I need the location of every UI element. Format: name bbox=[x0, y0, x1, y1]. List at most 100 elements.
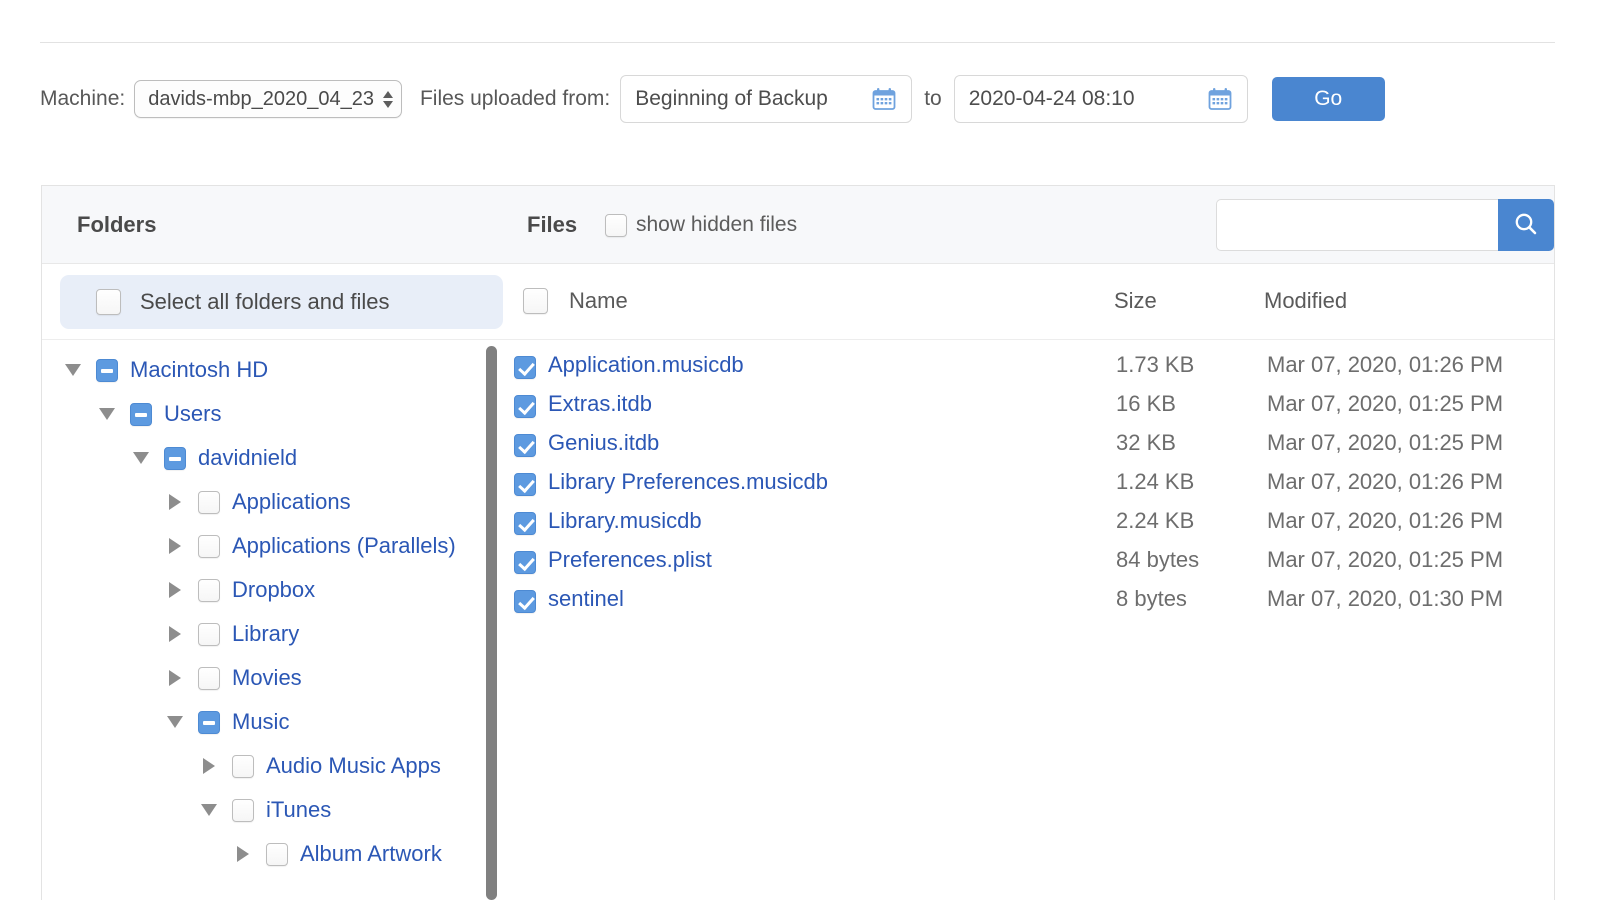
tree-node[interactable]: Movies bbox=[42, 656, 486, 700]
search-button[interactable] bbox=[1498, 199, 1554, 251]
files-uploaded-from-label: Files uploaded from: bbox=[419, 87, 611, 110]
tree-node-checkbox[interactable] bbox=[198, 490, 220, 514]
file-size: 84 bytes bbox=[1116, 547, 1200, 572]
tree-node[interactable]: Dropbox bbox=[42, 568, 486, 612]
size-column-header[interactable]: Size bbox=[1114, 288, 1157, 314]
chevron-down-icon[interactable] bbox=[94, 401, 120, 427]
file-size: 1.24 KB bbox=[1116, 469, 1195, 494]
file-name[interactable]: sentinel bbox=[548, 586, 624, 612]
tree-node-checkbox[interactable] bbox=[232, 798, 254, 822]
file-row[interactable]: Library.musicdb 2.24 KB Mar 07, 2020, 01:2… bbox=[502, 505, 1554, 544]
date-to-field[interactable]: 2020-04-24 08:10 bbox=[953, 75, 1248, 123]
tree-node-checkbox[interactable] bbox=[164, 446, 186, 470]
chevron-right-icon[interactable] bbox=[162, 665, 188, 691]
date-from-field[interactable]: Beginning of Backup bbox=[620, 75, 913, 123]
file-modified: Mar 07, 2020, 01:26 PM bbox=[1267, 352, 1504, 377]
search-input[interactable] bbox=[1216, 199, 1498, 251]
chevron-right-icon[interactable] bbox=[162, 577, 188, 603]
tree-node[interactable]: Album Artwork bbox=[42, 832, 486, 876]
tree-node[interactable]: Users bbox=[42, 392, 486, 436]
file-modified: Mar 07, 2020, 01:25 PM bbox=[1267, 391, 1504, 416]
tree-node-checkbox[interactable] bbox=[198, 534, 220, 558]
select-all-row[interactable]: Select all folders and files bbox=[60, 275, 503, 329]
file-size: 1.73 KB bbox=[1116, 352, 1195, 377]
chevron-right-icon[interactable] bbox=[162, 533, 188, 559]
select-all-files-checkbox[interactable] bbox=[523, 288, 548, 314]
file-row-checkbox[interactable] bbox=[514, 551, 536, 574]
file-row[interactable]: Application.musicdb 1.73 KB Mar 07, 2020, … bbox=[502, 349, 1554, 388]
chevron-right-icon[interactable] bbox=[230, 841, 256, 867]
show-hidden-files-checkbox[interactable] bbox=[605, 213, 627, 237]
file-name[interactable]: Preferences.plist bbox=[548, 547, 712, 573]
machine-select[interactable]: davids-mbp_2020_04_23 bbox=[134, 80, 402, 118]
chevron-right-icon[interactable] bbox=[162, 489, 188, 515]
tree-node[interactable]: Music bbox=[42, 700, 486, 744]
chevron-right-icon[interactable] bbox=[196, 753, 222, 779]
file-name[interactable]: Library.musicdb bbox=[548, 508, 702, 534]
file-name[interactable]: Genius.itdb bbox=[548, 430, 659, 456]
panel-header: Folders Files show hidden files bbox=[42, 186, 1554, 264]
file-row[interactable]: Genius.itdb 32 KB Mar 07, 2020, 01:25 PM bbox=[502, 427, 1554, 466]
file-row-checkbox[interactable] bbox=[514, 473, 536, 496]
chevron-down-icon[interactable] bbox=[162, 709, 188, 735]
tree-node-checkbox[interactable] bbox=[130, 402, 152, 426]
tree-node[interactable]: Library bbox=[42, 612, 486, 656]
file-name[interactable]: Extras.itdb bbox=[548, 391, 652, 417]
top-divider bbox=[40, 42, 1555, 43]
tree-node-label: Applications (Parallels) bbox=[232, 533, 456, 558]
file-row[interactable]: Preferences.plist 84 bytes Mar 07, 2020, 0… bbox=[502, 544, 1554, 583]
chevron-right-icon[interactable] bbox=[162, 621, 188, 647]
file-row-checkbox[interactable] bbox=[514, 434, 536, 457]
tree-node-label: Applications bbox=[232, 489, 351, 514]
tree-node-label: Macintosh HD bbox=[130, 357, 269, 382]
file-name[interactable]: Library Preferences.musicdb bbox=[548, 469, 828, 495]
date-to-value: 2020-04-24 08:10 bbox=[968, 87, 1135, 110]
file-size: 2.24 KB bbox=[1116, 508, 1195, 533]
to-label: to bbox=[924, 87, 942, 110]
chevron-down-icon[interactable] bbox=[196, 797, 222, 823]
tree-node[interactable]: Applications (Parallels) bbox=[42, 524, 486, 568]
tree-node[interactable]: Macintosh HD bbox=[42, 348, 486, 392]
browser-panel: Folders Files show hidden files Select a… bbox=[41, 185, 1555, 900]
name-header-label: Name bbox=[569, 288, 628, 313]
tree-node-checkbox[interactable] bbox=[198, 666, 220, 690]
tree-node-label: Album Artwork bbox=[300, 841, 442, 866]
select-all-checkbox[interactable] bbox=[96, 289, 121, 315]
show-hidden-files-toggle[interactable]: show hidden files bbox=[605, 213, 797, 237]
file-size: 32 KB bbox=[1116, 430, 1176, 455]
file-row[interactable]: Extras.itdb 16 KB Mar 07, 2020, 01:25 PM bbox=[502, 388, 1554, 427]
tree-node-checkbox[interactable] bbox=[232, 754, 254, 778]
go-button[interactable]: Go bbox=[1271, 77, 1385, 121]
tree-node[interactable]: iTunes bbox=[42, 788, 486, 832]
file-row-checkbox[interactable] bbox=[514, 512, 536, 535]
tree-node-checkbox[interactable] bbox=[96, 358, 118, 382]
file-row-checkbox[interactable] bbox=[514, 356, 536, 379]
file-row-checkbox[interactable] bbox=[514, 590, 536, 613]
machine-select-value: davids-mbp_2020_04_23 bbox=[148, 87, 374, 110]
folders-title: Folders bbox=[77, 212, 157, 237]
calendar-icon[interactable] bbox=[871, 86, 897, 112]
tree-node[interactable]: Applications bbox=[42, 480, 486, 524]
date-from-value: Beginning of Backup bbox=[635, 87, 828, 110]
name-column-header[interactable]: Name bbox=[523, 288, 628, 314]
file-row-checkbox[interactable] bbox=[514, 395, 536, 418]
tree-node[interactable]: Audio Music Apps bbox=[42, 744, 486, 788]
tree-node-checkbox[interactable] bbox=[198, 578, 220, 602]
file-name[interactable]: Application.musicdb bbox=[548, 352, 744, 378]
tree-node-checkbox[interactable] bbox=[266, 842, 288, 866]
file-row[interactable]: sentinel 8 bytes Mar 07, 2020, 01:30 PM bbox=[502, 583, 1554, 622]
stepper-arrows-icon[interactable] bbox=[382, 90, 393, 108]
tree-node[interactable]: davidnield bbox=[42, 436, 486, 480]
search-icon bbox=[1512, 210, 1540, 241]
tree-node-checkbox[interactable] bbox=[198, 710, 220, 734]
calendar-icon[interactable] bbox=[1207, 86, 1233, 112]
file-list: Application.musicdb 1.73 KB Mar 07, 2020, … bbox=[502, 340, 1554, 900]
modified-column-header[interactable]: Modified bbox=[1264, 288, 1347, 314]
tree-node-label: iTunes bbox=[266, 797, 332, 822]
chevron-down-icon[interactable] bbox=[128, 445, 154, 471]
tree-node-checkbox[interactable] bbox=[198, 622, 220, 646]
file-row[interactable]: Library Preferences.musicdb 1.24 KB Mar 07… bbox=[502, 466, 1554, 505]
chevron-down-icon[interactable] bbox=[60, 357, 86, 383]
folder-tree-scrollbar[interactable] bbox=[486, 346, 497, 900]
file-column-headers: Name Size Modified bbox=[511, 264, 1554, 340]
